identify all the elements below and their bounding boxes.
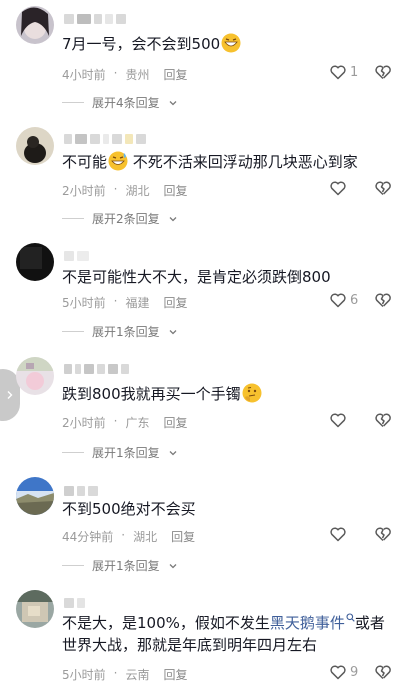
comment-location: 广东 bbox=[125, 416, 150, 430]
reply-button[interactable]: 回复 bbox=[163, 294, 187, 311]
avatar[interactable] bbox=[16, 590, 54, 628]
comment-text: 不是可能性大不大，是肯定必须跌倒800 bbox=[62, 268, 331, 286]
chevron-down-icon bbox=[169, 329, 177, 334]
comment-location: 云南 bbox=[125, 668, 150, 682]
comment-meta: 2小时前 · 湖北 回复 bbox=[62, 182, 188, 199]
comment-location: 福建 bbox=[125, 296, 150, 310]
like-button[interactable] bbox=[329, 179, 350, 197]
username[interactable] bbox=[64, 12, 126, 26]
comment-text: 7月一号，会不会到500 bbox=[62, 33, 241, 55]
like-button[interactable]: 9 bbox=[329, 663, 358, 681]
comment-text: 不到500绝对不会买 bbox=[62, 500, 196, 518]
reply-button[interactable]: 回复 bbox=[163, 182, 187, 199]
comment-time: 4小时前 bbox=[62, 68, 106, 82]
dislike-button[interactable] bbox=[374, 663, 392, 685]
comment-location: 湖北 bbox=[133, 530, 158, 544]
comment-meta: 5小时前 · 云南 回复 bbox=[62, 666, 188, 683]
broken-heart-icon bbox=[375, 65, 391, 80]
search-icon bbox=[346, 613, 355, 622]
heart-outline-icon bbox=[330, 665, 346, 680]
broken-heart-icon bbox=[375, 527, 391, 542]
comment-meta: 44分钟前 · 湖北 回复 bbox=[62, 528, 196, 545]
broken-heart-icon bbox=[375, 293, 391, 308]
broken-heart-icon bbox=[375, 413, 391, 428]
like-button[interactable]: 6 bbox=[329, 291, 358, 309]
reply-button[interactable]: 回复 bbox=[163, 414, 187, 431]
chevron-right-icon bbox=[7, 391, 13, 399]
reply-button[interactable]: 回复 bbox=[163, 666, 187, 683]
comment-location: 湖北 bbox=[125, 184, 150, 198]
comment-meta: 5小时前 · 福建 回复 bbox=[62, 294, 188, 311]
username[interactable] bbox=[64, 596, 85, 610]
avatar[interactable] bbox=[16, 243, 54, 281]
expand-replies-button[interactable]: 展开4条回复 bbox=[62, 94, 178, 111]
expand-replies-button[interactable]: 展开2条回复 bbox=[62, 210, 178, 227]
chevron-down-icon bbox=[169, 563, 177, 568]
divider bbox=[62, 452, 84, 453]
like-button[interactable]: 1 bbox=[329, 63, 358, 81]
dislike-button[interactable] bbox=[374, 291, 392, 313]
reply-button[interactable]: 回复 bbox=[171, 528, 195, 545]
comment-time: 2小时前 bbox=[62, 184, 106, 198]
comment-text: 跌到800我就再买一个手镯 bbox=[62, 383, 262, 405]
avatar[interactable] bbox=[16, 127, 54, 165]
heart-outline-icon bbox=[330, 181, 346, 196]
dislike-button[interactable] bbox=[374, 411, 392, 433]
thinking-emoji-icon bbox=[242, 383, 262, 403]
comment-time: 5小时前 bbox=[62, 668, 106, 682]
username[interactable] bbox=[64, 484, 98, 498]
like-button[interactable] bbox=[329, 525, 350, 543]
dislike-button[interactable] bbox=[374, 179, 392, 201]
divider bbox=[62, 331, 84, 332]
username[interactable] bbox=[64, 132, 146, 146]
chevron-down-icon bbox=[169, 100, 177, 105]
dislike-button[interactable] bbox=[374, 63, 392, 85]
chevron-down-icon bbox=[169, 450, 177, 455]
comment-time: 2小时前 bbox=[62, 416, 106, 430]
comment-meta: 2小时前 · 广东 回复 bbox=[62, 414, 188, 431]
like-count: 9 bbox=[350, 664, 359, 680]
reply-button[interactable]: 回复 bbox=[163, 66, 187, 83]
username[interactable] bbox=[64, 249, 89, 263]
expand-replies-button[interactable]: 展开1条回复 bbox=[62, 323, 178, 340]
expand-replies-button[interactable]: 展开1条回复 bbox=[62, 444, 178, 461]
like-button[interactable] bbox=[329, 411, 350, 429]
comment-text: 不是大，是100%，假如不发生黑天鹅事件 或者世界大战，那就是年底到明年四月左右 bbox=[62, 613, 385, 654]
divider bbox=[62, 102, 84, 103]
heart-outline-icon bbox=[330, 527, 346, 542]
comment-time: 44分钟前 bbox=[62, 530, 114, 544]
username[interactable] bbox=[64, 362, 129, 376]
heart-outline-icon bbox=[330, 65, 346, 80]
like-count: 1 bbox=[350, 64, 359, 80]
divider bbox=[62, 218, 84, 219]
grinning-emoji-icon bbox=[221, 33, 241, 53]
sweating-emoji-icon bbox=[108, 151, 128, 171]
like-count: 6 bbox=[350, 292, 359, 308]
comment-location: 贵州 bbox=[125, 68, 150, 82]
broken-heart-icon bbox=[375, 665, 391, 680]
comment-meta: 4小时前 · 贵州 回复 bbox=[62, 66, 188, 83]
avatar[interactable] bbox=[16, 357, 54, 395]
heart-outline-icon bbox=[330, 293, 346, 308]
divider bbox=[62, 565, 84, 566]
avatar[interactable] bbox=[16, 477, 54, 515]
broken-heart-icon bbox=[375, 181, 391, 196]
expand-replies-button[interactable]: 展开1条回复 bbox=[62, 557, 178, 574]
heart-outline-icon bbox=[330, 413, 346, 428]
avatar[interactable] bbox=[16, 6, 54, 44]
hashtag-link[interactable]: 黑天鹅事件 bbox=[270, 613, 355, 632]
comment-time: 5小时前 bbox=[62, 296, 106, 310]
dislike-button[interactable] bbox=[374, 525, 392, 547]
comment-text: 不可能 不死不活来回浮动那几块恶心到家 bbox=[62, 151, 358, 171]
chevron-down-icon bbox=[169, 216, 177, 221]
